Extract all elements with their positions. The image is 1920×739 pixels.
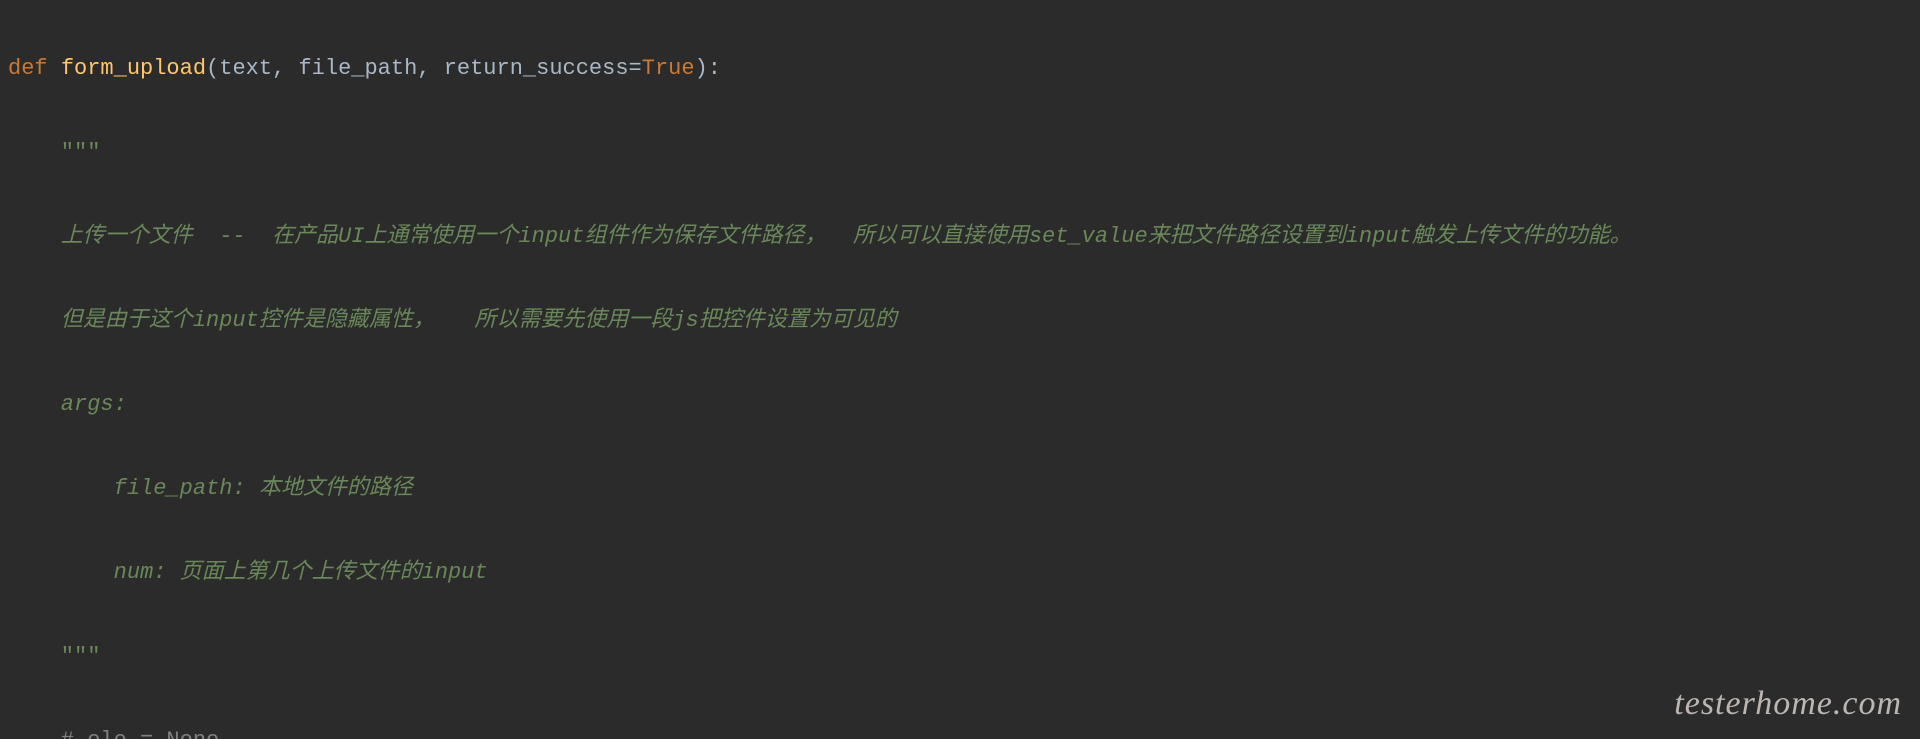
- docstring-close: """: [8, 644, 100, 669]
- docstring-text: 但是由于这个input控件是隐藏属性， 所以需要先使用一段js把控件设置为可见的: [8, 308, 897, 333]
- code-line-7: num: 页面上第几个上传文件的input: [8, 552, 1920, 594]
- code-line-8: """: [8, 636, 1920, 678]
- code-editor[interactable]: def form_upload(text, file_path, return_…: [0, 0, 1920, 739]
- literal-true: True: [642, 56, 695, 81]
- code-line-4: 但是由于这个input控件是隐藏属性， 所以需要先使用一段js把控件设置为可见的: [8, 300, 1920, 342]
- docstring-text: 上传一个文件 -- 在产品UI上通常使用一个input组件作为保存文件路径， 所…: [8, 224, 1632, 249]
- keyword-def: def: [8, 56, 61, 81]
- docstring-arg: num: 页面上第几个上传文件的input: [8, 560, 488, 585]
- docstring-arg: file_path: 本地文件的路径: [8, 476, 413, 501]
- watermark-text: testerhome.com: [1674, 683, 1902, 725]
- code-line-1: def form_upload(text, file_path, return_…: [8, 48, 1920, 90]
- comment: # ele = None: [8, 728, 219, 739]
- code-line-5: args:: [8, 384, 1920, 426]
- code-line-6: file_path: 本地文件的路径: [8, 468, 1920, 510]
- docstring-open: """: [8, 140, 100, 165]
- code-line-9: # ele = None: [8, 720, 1920, 739]
- code-line-3: 上传一个文件 -- 在产品UI上通常使用一个input组件作为保存文件路径， 所…: [8, 216, 1920, 258]
- function-name: form_upload: [61, 56, 206, 81]
- code-line-2: """: [8, 132, 1920, 174]
- docstring-args: args:: [8, 392, 127, 417]
